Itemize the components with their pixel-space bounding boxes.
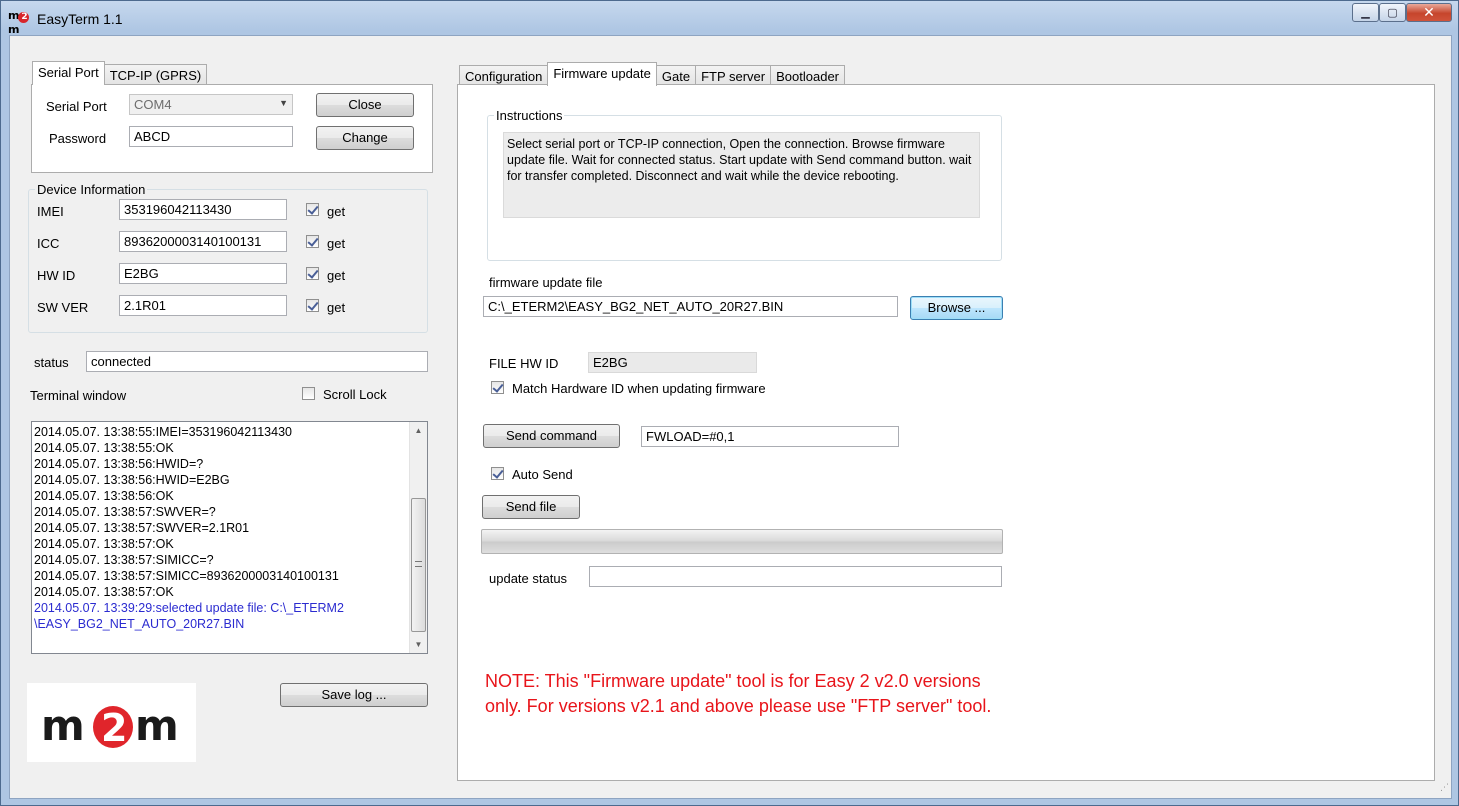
hwid-get-label: get xyxy=(327,268,346,283)
window-title: EasyTerm 1.1 xyxy=(37,11,123,27)
tab-gate[interactable]: Gate xyxy=(655,65,697,86)
scroll-down-icon[interactable]: ▼ xyxy=(410,636,427,653)
client-area: Serial Port TCP-IP (GPRS) Serial Port CO… xyxy=(9,35,1452,799)
hwid-label: HW ID xyxy=(37,268,76,283)
terminal-line: 2014.05.07. 13:38:57:OK xyxy=(34,585,174,599)
password-label: Password xyxy=(49,131,107,146)
update-status-label: update status xyxy=(489,571,568,586)
hwid-field[interactable]: E2BG xyxy=(119,263,287,284)
firmware-update-panel: Instructions Select serial port or TCP-I… xyxy=(457,84,1435,781)
serial-port-panel: Serial Port COM4 ▼ Password ABCD Close C… xyxy=(31,84,433,173)
icc-field[interactable]: 8936200003140100131 xyxy=(119,231,287,252)
imei-get-label: get xyxy=(327,204,346,219)
maximize-button[interactable]: ▢ xyxy=(1379,3,1406,22)
device-info-title: Device Information xyxy=(35,182,148,197)
scroll-lock-label: Scroll Lock xyxy=(323,387,387,402)
maximize-icon: ▢ xyxy=(1387,7,1398,19)
swver-get-checkbox[interactable] xyxy=(306,299,319,312)
logo-two: 2 xyxy=(101,706,127,750)
imei-get-checkbox[interactable] xyxy=(306,203,319,216)
terminal-line: 2014.05.07. 13:38:56:OK xyxy=(34,489,174,503)
swver-label: SW VER xyxy=(37,300,89,315)
status-label: status xyxy=(34,355,69,370)
status-field[interactable]: connected xyxy=(86,351,428,372)
terminal-window[interactable]: 2014.05.07. 13:38:55:IMEI=35319604211343… xyxy=(31,421,428,654)
serial-port-select[interactable]: COM4 ▼ xyxy=(129,94,293,115)
terminal-line: 2014.05.07. 13:38:57:OK xyxy=(34,537,174,551)
terminal-line: 2014.05.07. 13:38:57:SWVER=? xyxy=(34,505,216,519)
tab-bootloader[interactable]: Bootloader xyxy=(770,65,846,86)
terminal-line: 2014.05.07. 13:38:56:HWID=E2BG xyxy=(34,473,230,487)
file-hwid-label: FILE HW ID xyxy=(489,356,559,371)
auto-send-label: Auto Send xyxy=(512,467,573,482)
match-hwid-checkbox[interactable] xyxy=(491,381,504,394)
m2m-logo: m 2 m xyxy=(27,683,196,762)
app-window: m 2m EasyTerm 1.1 ▁ ▢ ✕ Serial Port TCP-I… xyxy=(0,0,1459,806)
instructions-group: Instructions Select serial port or TCP-I… xyxy=(487,108,1002,261)
m2m-logo-icon: m 2 m xyxy=(41,701,179,750)
update-status-field[interactable] xyxy=(589,566,1002,587)
logo-m-right: m xyxy=(135,701,179,750)
chevron-down-icon: ▼ xyxy=(279,98,288,108)
swver-field[interactable]: 2.1R01 xyxy=(119,295,287,316)
instructions-text: Select serial port or TCP-IP connection,… xyxy=(503,132,980,218)
tab-tcp-ip[interactable]: TCP-IP (GPRS) xyxy=(103,64,208,85)
grip-icon xyxy=(415,561,422,567)
app-icon: m 2m xyxy=(8,9,34,36)
close-icon: ✕ xyxy=(1423,4,1435,20)
connection-tabs: Serial Port TCP-IP (GPRS) xyxy=(32,61,208,85)
serial-port-value: COM4 xyxy=(134,97,172,112)
device-info-group: Device Information IMEI 353196042113430 … xyxy=(28,182,428,333)
scrollbar-thumb[interactable] xyxy=(411,498,426,632)
close-connection-button[interactable]: Close xyxy=(316,93,414,117)
upload-progress-bar xyxy=(481,529,1003,554)
close-window-button[interactable]: ✕ xyxy=(1406,3,1452,22)
icc-get-checkbox[interactable] xyxy=(306,235,319,248)
tab-configuration[interactable]: Configuration xyxy=(459,65,549,86)
minimize-icon: ▁ xyxy=(1361,7,1370,19)
scroll-up-icon[interactable]: ▲ xyxy=(410,422,427,439)
imei-label: IMEI xyxy=(37,204,64,219)
instructions-title: Instructions xyxy=(494,108,565,123)
browse-button[interactable]: Browse ... xyxy=(910,296,1003,320)
firmware-update-note: NOTE: This "Firmware update" tool is for… xyxy=(485,671,992,716)
firmware-file-field[interactable]: C:\_ETERM2\EASY_BG2_NET_AUTO_20R27.BIN xyxy=(483,296,898,317)
terminal-line-selected-file: 2014.05.07. 13:39:29:selected update fil… xyxy=(34,601,344,631)
change-password-button[interactable]: Change xyxy=(316,126,414,150)
terminal-line: 2014.05.07. 13:38:57:SIMICC=? xyxy=(34,553,214,567)
send-file-button[interactable]: Send file xyxy=(482,495,580,519)
function-tabs: Configuration Firmware update Gate FTP s… xyxy=(459,62,846,86)
resize-grip-icon[interactable]: ⋰ xyxy=(1437,783,1449,796)
terminal-scrollbar[interactable]: ▲ ▼ xyxy=(409,422,427,653)
firmware-file-label: firmware update file xyxy=(489,275,603,290)
command-field[interactable]: FWLOAD=#0,1 xyxy=(641,426,899,447)
icc-get-label: get xyxy=(327,236,346,251)
terminal-line: 2014.05.07. 13:38:55:OK xyxy=(34,441,174,455)
minimize-button[interactable]: ▁ xyxy=(1352,3,1379,22)
terminal-line: 2014.05.07. 13:38:57:SWVER=2.1R01 xyxy=(34,521,250,535)
password-field[interactable]: ABCD xyxy=(129,126,293,147)
terminal-line: 2014.05.07. 13:38:57:SIMICC=893620000314… xyxy=(34,569,339,583)
tab-serial-port[interactable]: Serial Port xyxy=(32,61,105,85)
scroll-lock-checkbox[interactable] xyxy=(302,387,315,400)
imei-field[interactable]: 353196042113430 xyxy=(119,199,287,220)
terminal-line: 2014.05.07. 13:38:55:IMEI=35319604211343… xyxy=(34,425,292,439)
terminal-lines: 2014.05.07. 13:38:55:IMEI=35319604211343… xyxy=(34,424,407,632)
swver-get-label: get xyxy=(327,300,346,315)
tab-ftp-server[interactable]: FTP server xyxy=(695,65,772,86)
hwid-get-checkbox[interactable] xyxy=(306,267,319,280)
auto-send-checkbox[interactable] xyxy=(491,467,504,480)
file-hwid-field[interactable]: E2BG xyxy=(588,352,757,373)
serial-port-label: Serial Port xyxy=(46,99,107,114)
match-hwid-label: Match Hardware ID when updating firmware xyxy=(512,381,766,396)
tab-firmware-update[interactable]: Firmware update xyxy=(547,62,657,86)
icc-label: ICC xyxy=(37,236,60,251)
logo-m-left: m xyxy=(41,701,85,750)
title-bar[interactable]: m 2m EasyTerm 1.1 ▁ ▢ ✕ xyxy=(1,1,1458,36)
save-log-button[interactable]: Save log ... xyxy=(280,683,428,707)
send-command-button[interactable]: Send command xyxy=(483,424,620,448)
terminal-label: Terminal window xyxy=(30,388,127,403)
terminal-line: 2014.05.07. 13:38:56:HWID=? xyxy=(34,457,204,471)
